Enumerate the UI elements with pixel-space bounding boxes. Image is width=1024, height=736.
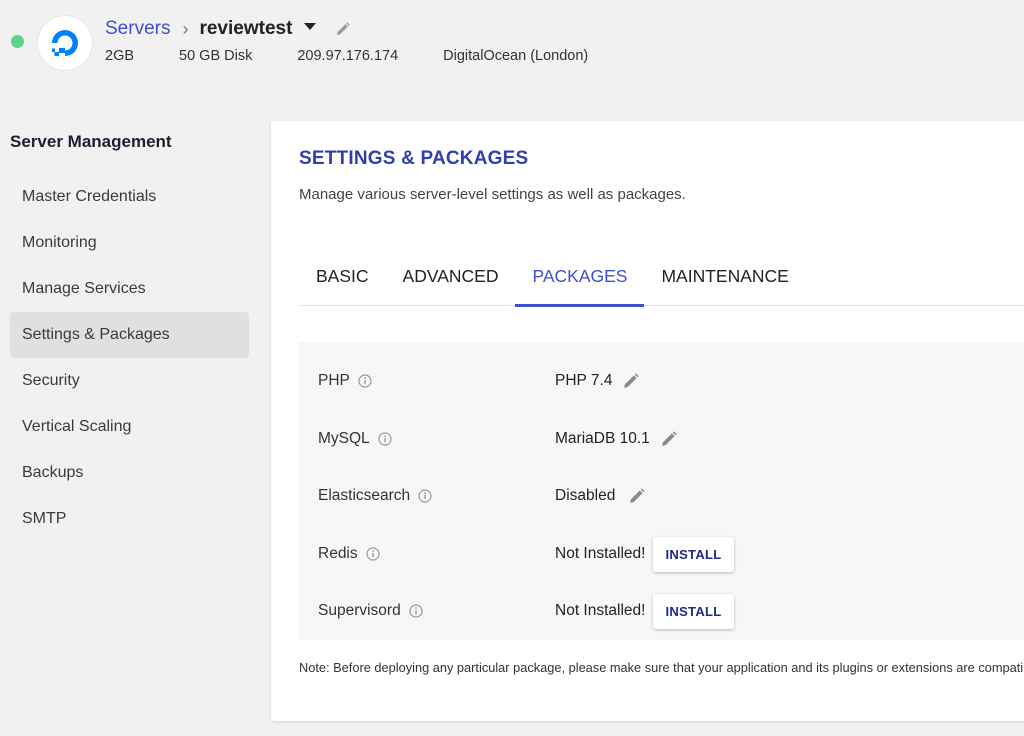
caret-down-icon[interactable] <box>304 22 317 30</box>
package-value: PHP 7.4 <box>555 372 613 389</box>
sidebar-item-vertical-scaling[interactable]: Vertical Scaling <box>10 404 249 450</box>
server-ram: 2GB <box>105 48 135 64</box>
info-icon[interactable] <box>409 604 423 618</box>
pencil-icon[interactable] <box>629 488 645 504</box>
sidebar-item-manage-services[interactable]: Manage Services <box>10 266 249 312</box>
packages-list: PHP PHP 7.4 MySQL MariaDB 10.1 Elasticse… <box>299 342 1024 640</box>
server-disk: 50 GB Disk <box>179 48 253 64</box>
package-label: PHP <box>318 372 350 389</box>
package-label: Redis <box>318 545 358 562</box>
package-label: MySQL <box>318 430 370 447</box>
package-row-mysql: MySQL MariaDB 10.1 <box>299 419 1024 459</box>
info-icon[interactable] <box>366 547 380 561</box>
package-name-elasticsearch: Elasticsearch <box>318 487 432 505</box>
sidebar-item-settings-packages[interactable]: Settings & Packages <box>10 312 249 358</box>
package-value-supervisord: Not Installed! INSTALL <box>555 593 734 629</box>
server-meta: 2GB 50 GB Disk 209.97.176.174 DigitalOce… <box>105 48 633 64</box>
sidebar-item-master-credentials[interactable]: Master Credentials <box>10 174 249 220</box>
package-row-redis: Redis Not Installed! INSTALL <box>299 534 1024 574</box>
pencil-icon[interactable] <box>623 373 640 389</box>
package-value: Not Installed! <box>555 602 646 619</box>
package-value-redis: Not Installed! INSTALL <box>555 536 734 572</box>
package-value: MariaDB 10.1 <box>555 430 650 447</box>
page-title: SETTINGS & PACKAGES <box>299 148 529 169</box>
package-note: Note: Before deploying any particular pa… <box>299 660 1024 675</box>
sidebar-item-monitoring[interactable]: Monitoring <box>10 220 249 266</box>
package-name-supervisord: Supervisord <box>318 602 423 620</box>
server-ip: 209.97.176.174 <box>297 48 399 64</box>
sidebar-item-smtp[interactable]: SMTP <box>10 496 249 542</box>
tab-bar: BASIC ADVANCED PACKAGES MAINTENANCE <box>299 256 1024 307</box>
tab-basic[interactable]: BASIC <box>299 256 386 306</box>
sidebar: Server Management Master Credentials Mon… <box>10 130 249 542</box>
package-row-supervisord: Supervisord Not Installed! INSTALL <box>299 591 1024 631</box>
page-description: Manage various server-level settings as … <box>299 186 686 203</box>
chevron-right-icon: › <box>182 18 189 39</box>
package-name-php: PHP <box>318 372 372 390</box>
info-icon[interactable] <box>418 489 432 503</box>
package-value-elasticsearch: Disabled <box>555 487 645 505</box>
server-status-dot <box>11 35 24 48</box>
package-label: Supervisord <box>318 602 401 619</box>
install-supervisord-button[interactable]: INSTALL <box>653 593 734 629</box>
install-redis-button[interactable]: INSTALL <box>653 536 734 572</box>
tab-packages[interactable]: PACKAGES <box>515 256 645 307</box>
info-icon[interactable] <box>378 432 392 446</box>
digitalocean-logo-icon <box>38 16 92 70</box>
server-name: reviewtest <box>199 18 293 39</box>
sidebar-title: Server Management <box>10 132 172 151</box>
package-value: Not Installed! <box>555 545 646 562</box>
pencil-icon[interactable] <box>661 431 677 447</box>
breadcrumb: Servers › reviewtest <box>105 17 351 41</box>
tab-maintenance[interactable]: MAINTENANCE <box>644 256 805 306</box>
server-provider: DigitalOcean (London) <box>443 48 589 64</box>
package-label: Elasticsearch <box>318 487 411 504</box>
info-icon[interactable] <box>358 374 372 388</box>
sidebar-item-backups[interactable]: Backups <box>10 450 249 496</box>
package-value-mysql: MariaDB 10.1 <box>555 430 677 448</box>
package-value: Disabled <box>555 487 616 504</box>
sidebar-item-security[interactable]: Security <box>10 358 249 404</box>
breadcrumb-servers-link[interactable]: Servers <box>105 18 170 40</box>
package-row-php: PHP PHP 7.4 <box>299 361 1024 401</box>
pencil-icon[interactable] <box>336 22 351 36</box>
package-name-mysql: MySQL <box>318 430 392 448</box>
package-row-elasticsearch: Elasticsearch Disabled <box>299 476 1024 516</box>
tab-advanced[interactable]: ADVANCED <box>386 256 516 306</box>
package-name-redis: Redis <box>318 545 380 563</box>
settings-panel: SETTINGS & PACKAGES Manage various serve… <box>271 121 1024 721</box>
package-value-php: PHP 7.4 <box>555 372 640 390</box>
